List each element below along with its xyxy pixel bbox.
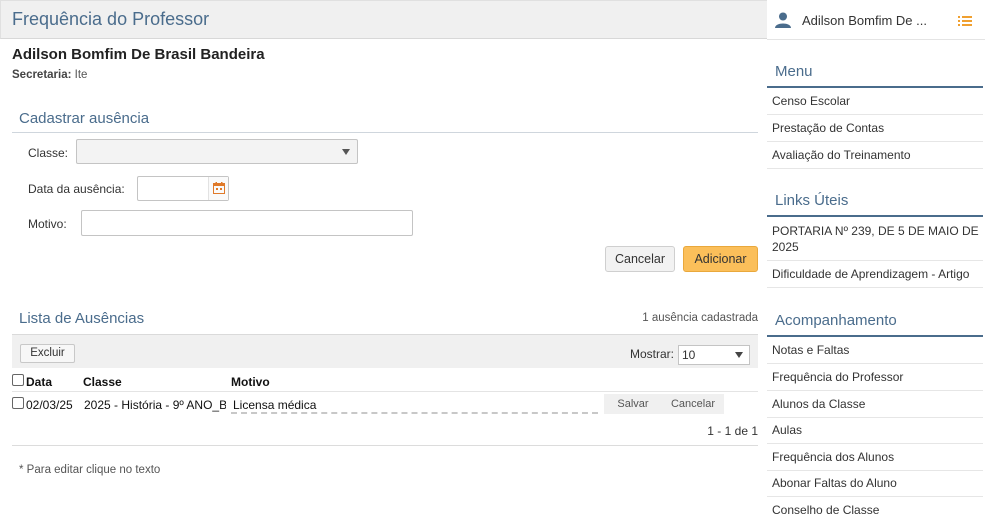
sidebar-menu-title: Menu xyxy=(775,63,813,80)
absence-count: 1 ausência cadastrada xyxy=(642,312,758,324)
column-header-motivo[interactable]: Motivo xyxy=(231,375,270,389)
sidebar-item-conselho-classe[interactable]: Conselho de Classe xyxy=(767,502,983,523)
secretaria-info: Secretaria: Ite xyxy=(12,69,87,81)
delete-button[interactable]: Excluir xyxy=(20,344,75,363)
page-size-label: Mostrar: xyxy=(630,347,675,361)
user-name: Adilson Bomfim De ... xyxy=(802,13,927,28)
motivo-input[interactable] xyxy=(81,210,413,236)
row-date[interactable]: 02/03/25 xyxy=(26,398,73,412)
sidebar-item-alunos-classe[interactable]: Alunos da Classe xyxy=(767,396,983,418)
date-label: Data da ausência: xyxy=(28,182,125,196)
page-size-value: 10 xyxy=(682,348,696,362)
page-title: Frequência do Professor xyxy=(12,9,210,29)
sidebar-divider xyxy=(767,86,983,88)
classe-label: Classe: xyxy=(28,146,69,160)
section-divider xyxy=(12,132,758,133)
chevron-down-icon xyxy=(735,352,743,358)
sidebar-links-title: Links Úteis xyxy=(775,192,849,209)
calendar-button[interactable] xyxy=(208,177,228,200)
sidebar-item-censo-escolar[interactable]: Censo Escolar xyxy=(767,93,983,115)
sidebar-item-notas-faltas[interactable]: Notas e Faltas xyxy=(767,342,983,364)
motivo-label: Motivo: xyxy=(28,217,67,231)
calendar-icon xyxy=(213,182,225,194)
sidebar: Menu Censo Escolar Prestação de Contas A… xyxy=(767,40,985,523)
absence-list-title: Lista de Ausências xyxy=(19,310,145,327)
classe-select[interactable] xyxy=(76,139,358,164)
user-icon xyxy=(775,12,791,28)
row-checkbox[interactable] xyxy=(12,397,24,409)
row-classe[interactable]: 2025 - História - 9º ANO_B xyxy=(84,398,226,412)
sidebar-item-portaria[interactable]: PORTARIA Nº 239, DE 5 DE MAIO DE 2025 xyxy=(767,223,983,261)
edit-hint: * Para editar clique no texto xyxy=(19,464,161,476)
page-header: Frequência do Professor xyxy=(0,0,767,39)
sidebar-item-frequencia-professor[interactable]: Frequência do Professor xyxy=(767,369,983,391)
sidebar-item-prestacao-contas[interactable]: Prestação de Contas xyxy=(767,120,983,142)
pagination-info: 1 - 1 de 1 xyxy=(707,424,758,438)
page-size-select[interactable]: 10 xyxy=(678,345,750,365)
editable-underline xyxy=(231,412,598,414)
sidebar-divider xyxy=(767,335,983,337)
sidebar-item-abonar-faltas[interactable]: Abonar Faltas do Aluno xyxy=(767,475,983,497)
sidebar-item-frequencia-alunos[interactable]: Frequência dos Alunos xyxy=(767,449,983,471)
row-cancel-button[interactable]: Cancelar xyxy=(662,394,724,414)
user-menu[interactable]: Adilson Bomfim De ... xyxy=(767,0,985,40)
sidebar-divider xyxy=(767,215,983,217)
register-absence-title: Cadastrar ausência xyxy=(19,110,150,127)
chevron-down-icon xyxy=(342,149,350,155)
sidebar-item-avaliacao-treinamento[interactable]: Avaliação do Treinamento xyxy=(767,147,983,169)
add-button[interactable]: Adicionar xyxy=(683,246,758,272)
secretaria-value: Ite xyxy=(74,69,88,81)
list-toolbar: Excluir Mostrar: 10 xyxy=(12,334,758,368)
sidebar-item-dificuldade-aprendizagem[interactable]: Dificuldade de Aprendizagem - Artigo xyxy=(767,266,983,288)
column-header-classe[interactable]: Classe xyxy=(83,375,122,389)
teacher-name: Adilson Bomfim De Brasil Bandeira xyxy=(12,46,265,63)
secretaria-label: Secretaria: xyxy=(12,69,72,81)
list-bottom-divider xyxy=(12,445,758,446)
column-header-data[interactable]: Data xyxy=(26,375,52,389)
row-save-button[interactable]: Salvar xyxy=(604,394,662,414)
header-divider xyxy=(12,391,758,392)
row-motivo[interactable]: Licensa médica xyxy=(233,398,316,412)
select-all-checkbox[interactable] xyxy=(12,374,24,386)
cancel-button[interactable]: Cancelar xyxy=(605,246,675,272)
list-icon[interactable] xyxy=(958,15,972,27)
sidebar-item-aulas[interactable]: Aulas xyxy=(767,422,983,444)
sidebar-acompanhamento-title: Acompanhamento xyxy=(775,312,897,329)
absence-date-field[interactable] xyxy=(137,176,229,201)
